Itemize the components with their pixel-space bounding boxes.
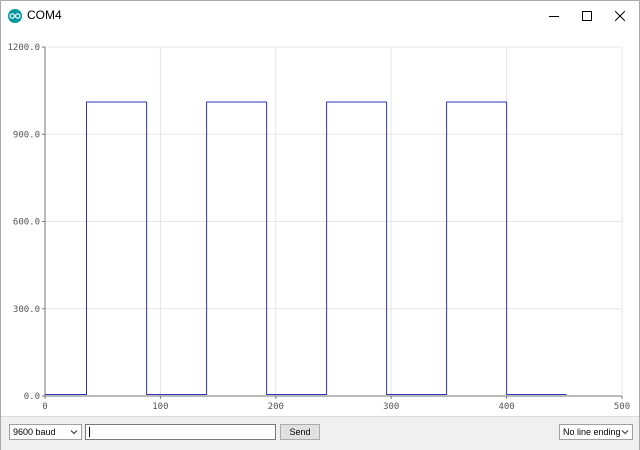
x-tick-label: 500 bbox=[614, 402, 630, 412]
y-tick-label: 900.0 bbox=[13, 130, 40, 140]
plot-area: 0.0 300.0 600.0 900.0 1200.0 0 100 200 300 400 500 bbox=[1, 31, 639, 416]
send-button[interactable]: Send bbox=[280, 424, 320, 440]
x-tick-label: 100 bbox=[152, 402, 168, 412]
arduino-icon bbox=[8, 9, 22, 23]
series-line bbox=[45, 101, 567, 395]
y-tick-label: 600.0 bbox=[13, 218, 40, 228]
close-icon bbox=[615, 10, 625, 21]
window-title: COM4 bbox=[27, 8, 62, 22]
chevron-down-icon bbox=[621, 430, 629, 435]
x-tick-label: 200 bbox=[268, 402, 284, 412]
serial-plot-chart: 0.0 300.0 600.0 900.0 1200.0 0 100 200 300 400 500 bbox=[7, 43, 630, 412]
serial-input[interactable] bbox=[85, 424, 276, 440]
close-button[interactable] bbox=[597, 1, 640, 30]
x-tick-label: 0 bbox=[42, 402, 47, 412]
y-tick-label: 300.0 bbox=[13, 305, 40, 315]
y-tick-label: 0.0 bbox=[24, 392, 40, 402]
baud-rate-select[interactable]: 9600 baud bbox=[9, 424, 82, 440]
maximize-icon bbox=[582, 10, 592, 21]
minimize-icon bbox=[549, 15, 559, 17]
y-tick-label: 1200.0 bbox=[7, 43, 40, 53]
baud-rate-value: 9600 baud bbox=[13, 427, 56, 437]
x-tick-label: 400 bbox=[498, 402, 514, 412]
title-bar: COM4 bbox=[1, 1, 639, 31]
line-ending-select[interactable]: No line ending bbox=[559, 424, 633, 440]
chevron-down-icon bbox=[70, 430, 78, 435]
bottom-toolbar: 9600 baud Send No line ending bbox=[1, 416, 639, 450]
text-caret bbox=[89, 427, 90, 437]
line-ending-value: No line ending bbox=[563, 427, 621, 437]
serial-plotter-window: COM4 0.0 300.0 600.0 900.0 1200.0 0 100 200 300 4… bbox=[0, 0, 640, 450]
x-tick-label: 300 bbox=[383, 402, 399, 412]
